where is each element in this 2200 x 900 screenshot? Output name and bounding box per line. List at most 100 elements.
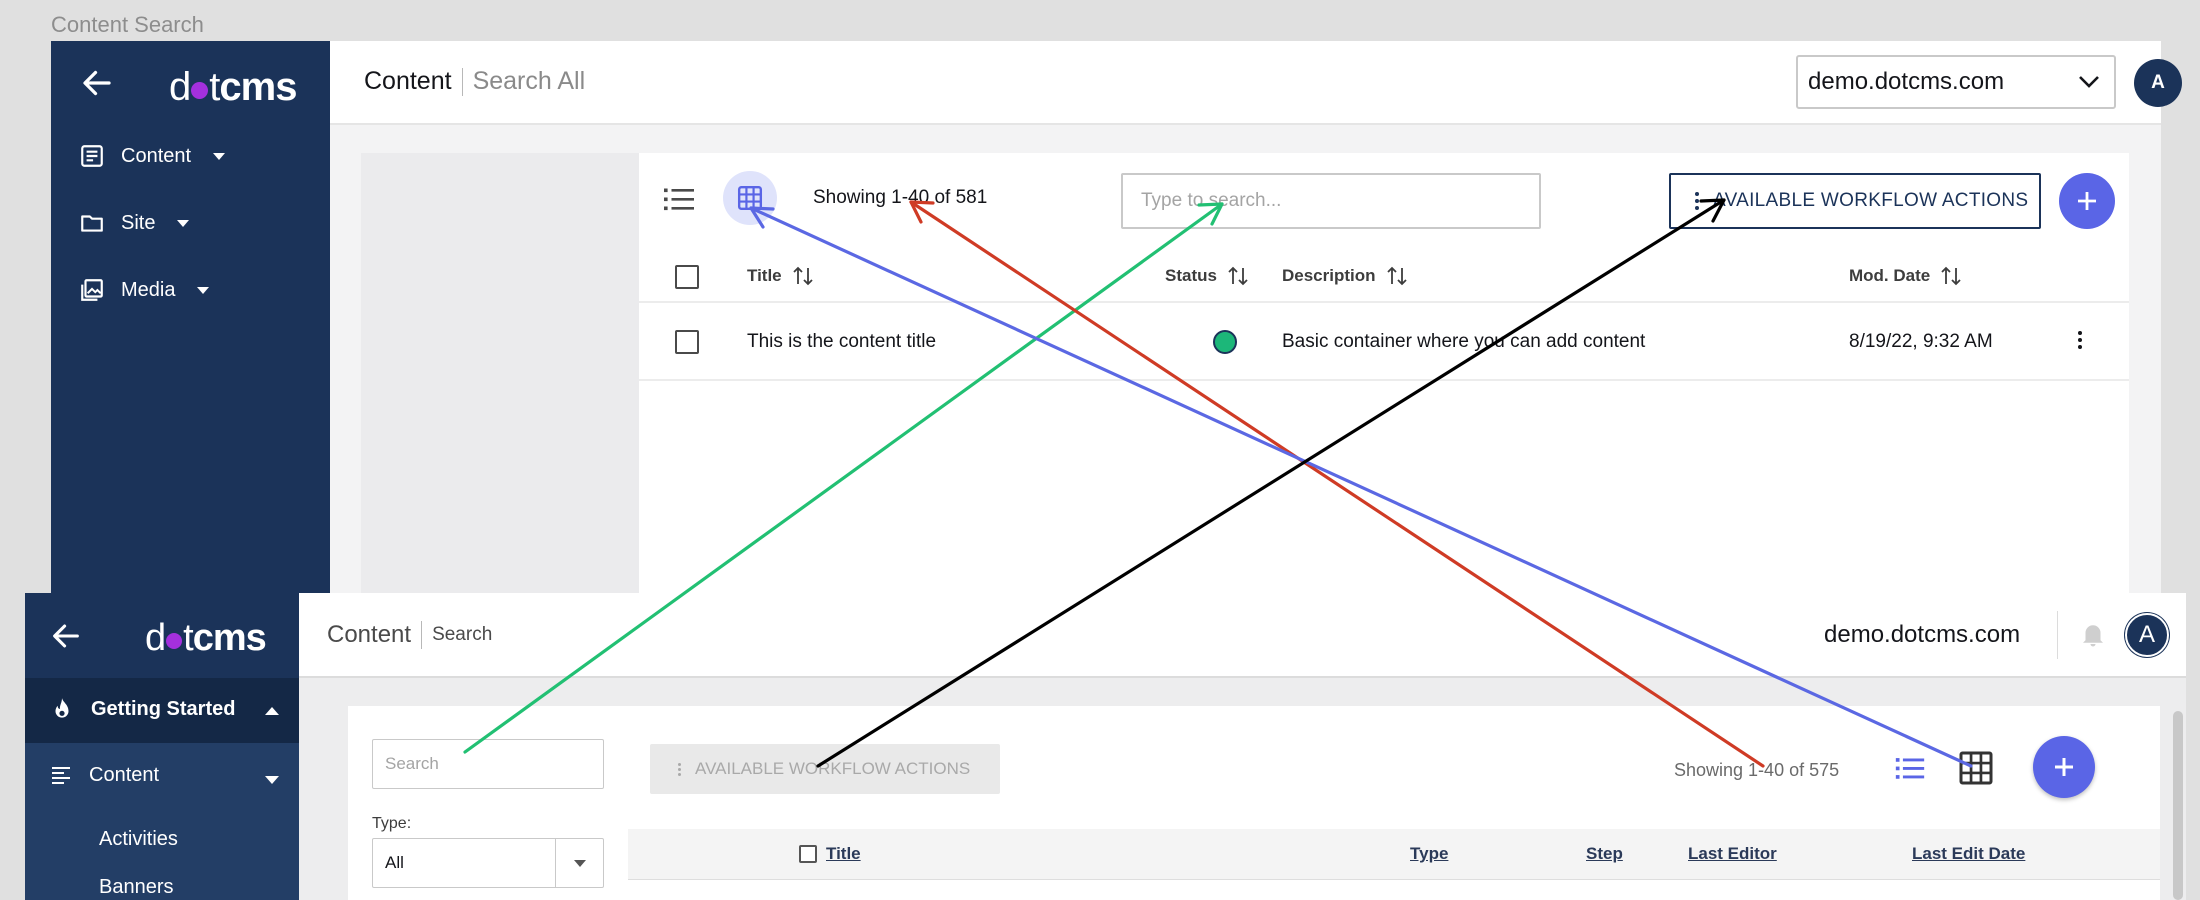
workflow-actions-button[interactable]: AVAILABLE WORKFLOW ACTIONS (650, 744, 1000, 794)
sidebar: d tcms Getting Started Content Activities… (25, 593, 299, 900)
column-header-last-editor[interactable]: Last Editor (1688, 844, 1777, 864)
bell-icon[interactable] (2078, 619, 2108, 649)
row-title[interactable]: This is the content title (747, 331, 936, 353)
sort-icon (793, 266, 813, 286)
list-view-icon[interactable] (661, 181, 697, 217)
site-selector-value: demo.dotcms.com (1808, 68, 2005, 95)
avatar[interactable]: A (2134, 59, 2182, 107)
type-select-value: All (385, 853, 404, 872)
row-actions-menu-icon[interactable] (2078, 331, 2082, 349)
table-header: Title Type Step Last Editor Last Edit Da… (628, 829, 2160, 880)
type-label: Type: (372, 815, 412, 832)
content-card: Showing 1-40 of 581 AVAILABLE WORKFLOW A… (639, 153, 2129, 643)
back-arrow-icon[interactable] (49, 619, 83, 653)
image-gallery-icon (81, 279, 103, 301)
workflow-actions-label: AVAILABLE WORKFLOW ACTIONS (1713, 190, 2029, 211)
grid-view-icon[interactable] (1958, 750, 1994, 786)
add-content-button[interactable] (2033, 736, 2095, 798)
column-header-title[interactable]: Title (747, 265, 814, 287)
sidebar-section: Content Activities Banners (25, 743, 299, 900)
new-content-search-screen: d tcms Content Site Media Content Search … (51, 41, 2182, 643)
plus-icon (2055, 758, 2073, 776)
breadcrumb: Content Search All (364, 67, 585, 96)
column-label: Mod. Date (1849, 266, 1931, 285)
column-header-status[interactable]: Status (1165, 265, 1249, 287)
sort-icon (1228, 266, 1248, 286)
header: Content Search All demo.dotcms.com A (330, 41, 2182, 125)
chevron-up-icon (265, 707, 279, 715)
dotcms-logo: d tcms (169, 65, 297, 109)
more-vertical-icon (678, 762, 681, 776)
chevron-down-icon (265, 776, 279, 784)
filter-panel (361, 153, 639, 643)
type-select[interactable]: All (372, 838, 604, 888)
header: Content Search demo.dotcms.com A (299, 593, 2186, 678)
sort-icon (1386, 266, 1407, 286)
sidebar-item-label: Site (121, 211, 156, 234)
row-mod-date: 8/19/22, 9:32 AM (1849, 331, 1993, 352)
breadcrumb: Content Search (327, 621, 492, 649)
column-label: Status (1165, 266, 1217, 285)
breadcrumb-section[interactable]: Content (364, 67, 452, 96)
sidebar-item-content[interactable]: Content (79, 136, 319, 176)
sidebar-item-site[interactable]: Site (79, 203, 319, 243)
breadcrumb-page: Search (432, 624, 493, 645)
text-lines-icon (52, 767, 70, 784)
sidebar-item-label: Getting Started (91, 697, 236, 720)
search-input[interactable] (372, 739, 604, 789)
grid-view-icon (737, 185, 763, 211)
workflow-actions-button[interactable]: AVAILABLE WORKFLOW ACTIONS (1669, 173, 2041, 229)
sidebar-item-label: Media (121, 278, 176, 301)
column-header-title[interactable]: Title (826, 844, 861, 864)
table-row[interactable]: This is the content title Basic containe… (639, 303, 2129, 381)
avatar[interactable]: A (2125, 613, 2169, 657)
sidebar-item-label: Content (121, 144, 192, 167)
dotcms-logo: d tcms (145, 617, 267, 659)
column-header-last-edit-date[interactable]: Last Edit Date (1912, 844, 2025, 864)
sidebar-item-content[interactable]: Content (49, 763, 299, 787)
results-count: Showing 1-40 of 575 (1674, 760, 1840, 780)
back-arrow-icon[interactable] (79, 65, 115, 101)
site-name[interactable]: demo.dotcms.com (1824, 621, 2020, 649)
row-description: Basic container where you can add conten… (1282, 331, 1646, 352)
filter-panel: Type: All (348, 706, 628, 900)
plus-icon (2078, 192, 2096, 210)
status-published-icon (1213, 330, 1237, 354)
sidebar-subitem-banners[interactable]: Banners (99, 876, 174, 899)
window-caption: Content Search (51, 12, 204, 37)
column-header-description[interactable]: Description (1282, 265, 1408, 287)
chevron-down-icon (213, 152, 226, 160)
sidebar-item-media[interactable]: Media (79, 270, 319, 310)
search-input[interactable] (1121, 173, 1541, 229)
grid-view-button[interactable] (723, 171, 777, 225)
select-all-checkbox[interactable] (675, 265, 699, 289)
column-label: Title (747, 266, 782, 285)
sidebar-subitem-activities[interactable]: Activities (99, 828, 178, 851)
chevron-down-icon (177, 219, 190, 227)
results-count: Showing 1-40 of 581 (813, 187, 988, 208)
column-header-mod-date[interactable]: Mod. Date (1849, 265, 1962, 287)
sidebar-item-label: Content (89, 763, 160, 786)
document-icon (81, 145, 103, 167)
chevron-down-icon (197, 286, 210, 294)
table-header: Title Status Description Mod. Date (639, 251, 2129, 303)
sidebar-item-getting-started[interactable]: Getting Started (25, 678, 299, 743)
add-content-button[interactable] (2059, 173, 2115, 229)
sort-icon (1941, 266, 1961, 286)
column-header-step[interactable]: Step (1586, 844, 1623, 864)
row-checkbox[interactable] (675, 330, 699, 354)
old-content-search-screen: d tcms Getting Started Content Activities… (25, 593, 2186, 900)
more-vertical-icon (1695, 192, 1699, 210)
folder-icon (81, 215, 103, 232)
content-panel: AVAILABLE WORKFLOW ACTIONS Showing 1-40 … (628, 706, 2160, 900)
site-selector[interactable]: demo.dotcms.com (1796, 55, 2116, 109)
chevron-down-icon (2079, 76, 2099, 88)
list-view-icon[interactable] (1893, 751, 1927, 785)
sidebar: d tcms Content Site Media (51, 41, 330, 641)
scrollbar[interactable] (2173, 711, 2183, 900)
breadcrumb-page: Search All (472, 67, 586, 95)
select-all-checkbox[interactable] (799, 845, 817, 863)
column-header-type[interactable]: Type (1410, 844, 1448, 864)
column-label: Description (1282, 266, 1376, 285)
breadcrumb-section[interactable]: Content (327, 621, 411, 649)
